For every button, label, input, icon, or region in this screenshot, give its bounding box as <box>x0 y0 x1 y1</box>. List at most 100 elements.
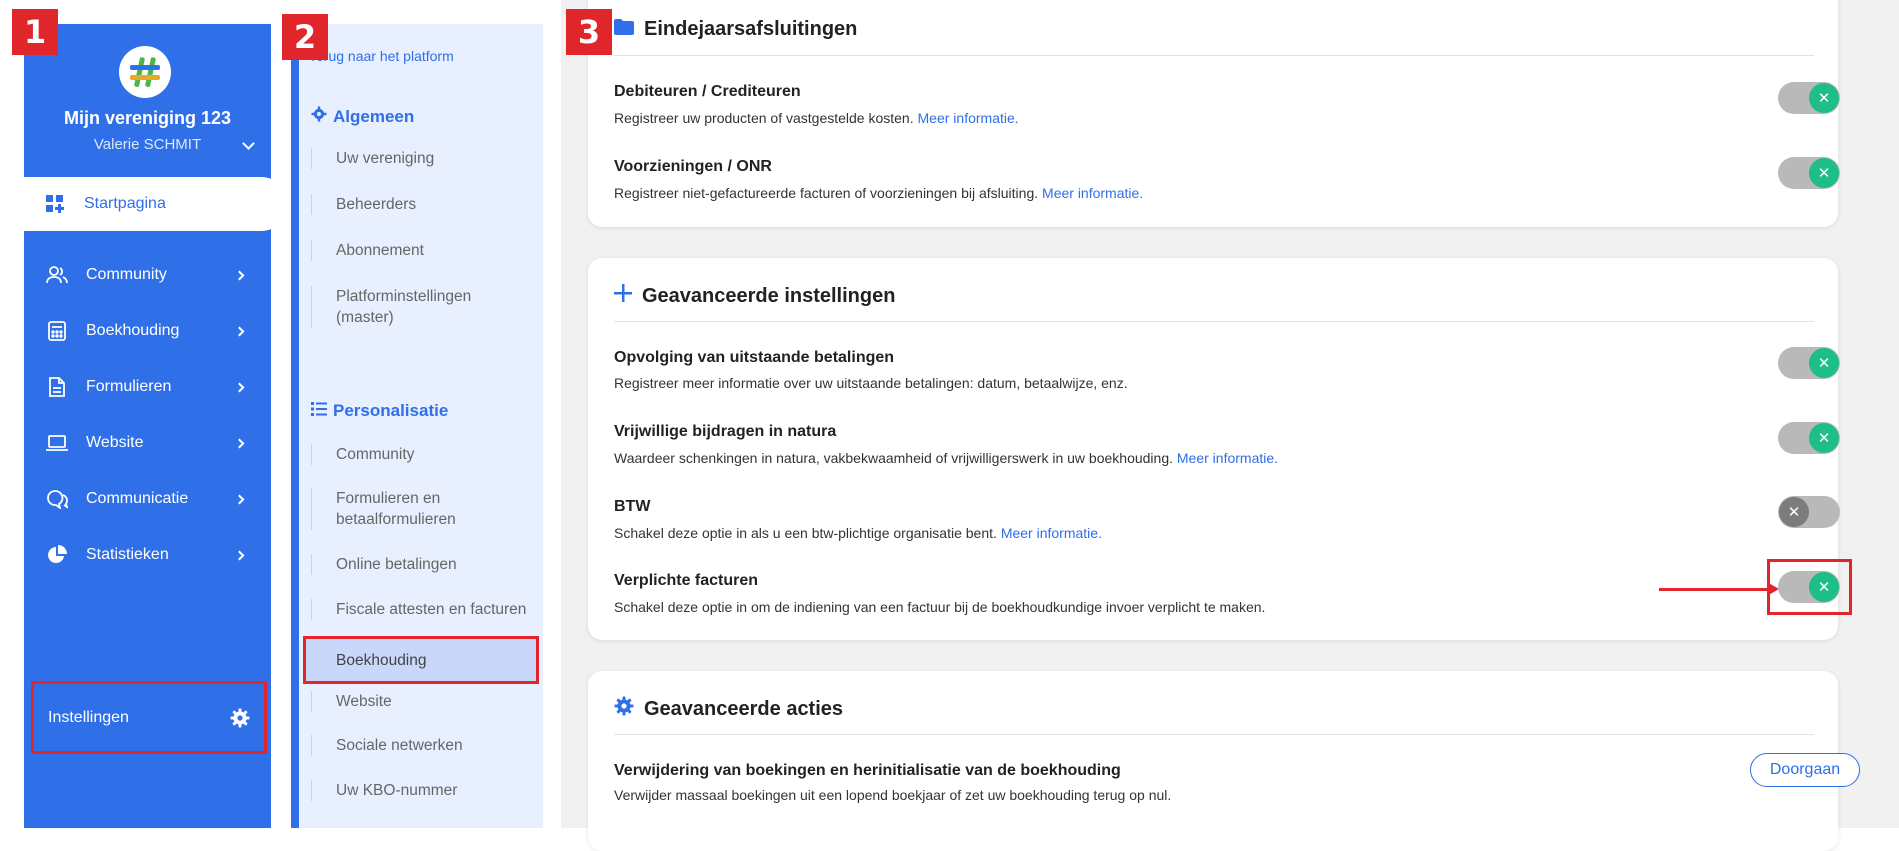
list-icon <box>311 401 327 421</box>
row-title: Opvolging van uitstaande betalingen <box>614 349 895 366</box>
more-info-link[interactable]: Meer informatie. <box>918 110 1019 126</box>
subnav-item-community[interactable]: Community <box>311 444 537 465</box>
divider <box>614 55 1814 56</box>
sidebar-item-label: Startpagina <box>84 195 166 212</box>
sidebar-item-statistieken[interactable]: Statistieken <box>24 528 271 582</box>
subnav-item-kbo-nummer[interactable]: Uw KBO-nummer <box>311 780 537 801</box>
card-eindejaarsafsluitingen: Eindejaarsafsluitingen Debiteuren / Cred… <box>588 0 1840 227</box>
section-algemeen-heading: Algemeen <box>311 106 414 127</box>
close-icon: ✕ <box>1809 572 1839 602</box>
row-title: Voorzieningen / ONR <box>614 158 772 175</box>
card-geavanceerde-instellingen: Geavanceerde instellingen Opvolging van … <box>588 258 1852 640</box>
settings-label: Instellingen <box>48 708 129 726</box>
toggle-vrijwillige-bijdragen[interactable]: ✕ <box>1778 422 1840 454</box>
back-to-platform-link[interactable]: Terug naar het platform <box>309 48 454 64</box>
settings-button[interactable]: Instellingen <box>31 681 267 754</box>
subnav-item-sociale-netwerken[interactable]: Sociale netwerken <box>311 735 537 756</box>
step-badge-2: 2 <box>282 14 328 60</box>
card-title-text: Geavanceerde instellingen <box>642 284 896 307</box>
subnav-item-website[interactable]: Website <box>311 691 537 712</box>
chevron-right-icon <box>234 326 245 336</box>
chevron-right-icon <box>234 494 245 504</box>
divider <box>614 734 1814 735</box>
subnav-item-platforminstellingen[interactable]: Platforminstellingen (master) <box>311 286 491 328</box>
document-icon <box>46 376 68 398</box>
close-icon: ✕ <box>1809 423 1839 453</box>
section-label: Personalisatie <box>333 401 449 420</box>
row-title: Debiteuren / Crediteuren <box>614 83 801 100</box>
sidebar-item-label: Boekhouding <box>86 322 180 339</box>
sidebar-item-startpagina[interactable]: Startpagina <box>22 177 288 231</box>
org-name: Mijn vereniging 123 <box>63 108 232 128</box>
row-title: Vrijwillige bijdragen in natura <box>614 423 837 440</box>
chevron-right-icon <box>234 550 245 560</box>
subnav-item-formulieren[interactable]: Formulieren en betaalformulieren <box>311 488 481 530</box>
folder-icon <box>614 18 634 41</box>
row-description: Verwijder massaal boekingen uit een lope… <box>614 787 1172 803</box>
org-logo[interactable] <box>119 46 171 98</box>
card-title: Geavanceerde instellingen <box>614 284 895 308</box>
subnav-item-boekhouding[interactable]: Boekhouding <box>303 636 539 684</box>
step-badge-3: 3 <box>566 9 612 55</box>
close-icon: ✕ <box>1779 497 1809 527</box>
calculator-icon <box>46 320 68 342</box>
more-info-link[interactable]: Meer informatie. <box>1177 450 1278 466</box>
row-description: Registreer meer informatie over uw uitst… <box>614 375 1128 391</box>
card-title: Eindejaarsafsluitingen <box>614 18 857 41</box>
main-sidebar: Mijn vereniging 123 Valerie SCHMIT Start… <box>22 24 288 828</box>
divider <box>614 321 1814 322</box>
subnav-item-abonnement[interactable]: Abonnement <box>311 240 537 261</box>
gear-icon <box>311 106 327 127</box>
gear-icon <box>614 696 634 722</box>
piechart-icon <box>46 544 68 566</box>
sidebar-item-boekhouding[interactable]: Boekhouding <box>24 304 271 358</box>
settings-subnav: Terug naar het platform Algemeen Uw vere… <box>291 24 543 828</box>
subnav-item-uw-vereniging[interactable]: Uw vereniging <box>311 148 537 169</box>
sidebar-item-website[interactable]: Website <box>24 416 271 470</box>
section-label: Algemeen <box>333 106 415 126</box>
card-geavanceerde-acties: Geavanceerde acties Verwijdering van boe… <box>588 671 1860 851</box>
main-content: Eindejaarsafsluitingen Debiteuren / Cred… <box>561 0 1899 851</box>
laptop-icon <box>46 432 68 454</box>
more-info-link[interactable]: Meer informatie. <box>1001 525 1102 541</box>
more-info-link[interactable]: Meer informatie. <box>1042 185 1143 201</box>
gear-icon <box>230 708 250 733</box>
toggle-verplichte-facturen[interactable]: ✕ <box>1778 571 1840 603</box>
row-title: Verplichte facturen <box>614 572 759 589</box>
toggle-debiteuren-crediteuren[interactable]: ✕ <box>1778 82 1840 114</box>
toggle-opvolging-betalingen[interactable]: ✕ <box>1778 347 1840 379</box>
toggle-voorzieningen-onr[interactable]: ✕ <box>1778 157 1840 189</box>
users-icon <box>46 264 68 286</box>
card-title: Geavanceerde acties <box>614 696 843 722</box>
user-name[interactable]: Valerie SCHMIT <box>24 136 271 153</box>
sidebar-item-communicatie[interactable]: Communicatie <box>24 472 271 526</box>
sidebar-item-label: Formulieren <box>86 378 172 395</box>
annotation-arrow <box>1659 582 1779 596</box>
subnav-item-fiscale-attesten[interactable]: Fiscale attesten en facturen <box>311 599 537 620</box>
close-icon: ✕ <box>1809 348 1839 378</box>
subnav-item-online-betalingen[interactable]: Online betalingen <box>311 554 537 575</box>
row-title: Verwijdering van boekingen en herinitial… <box>614 762 1121 779</box>
row-description: Schakel deze optie in om de indiening va… <box>614 599 1266 615</box>
row-description: Registreer niet-gefactureerde facturen o… <box>614 185 1144 201</box>
row-description: Schakel deze optie in als u een btw-plic… <box>614 525 1102 541</box>
sidebar-item-label: Community <box>86 266 167 283</box>
step-badge-1: 1 <box>12 9 58 55</box>
sidebar-item-formulieren[interactable]: Formulieren <box>24 360 271 414</box>
sidebar-item-community[interactable]: Community <box>24 248 271 302</box>
row-title: BTW <box>614 498 651 515</box>
sidebar-item-label: Statistieken <box>86 546 169 563</box>
close-icon: ✕ <box>1809 158 1839 188</box>
dashboard-icon <box>44 193 66 215</box>
toggle-btw[interactable]: ✕ <box>1778 496 1840 528</box>
subnav-item-beheerders[interactable]: Beheerders <box>311 194 537 215</box>
sidebar-item-label: Website <box>86 434 144 451</box>
close-icon: ✕ <box>1809 83 1839 113</box>
doorgaan-button[interactable]: Doorgaan <box>1750 753 1860 787</box>
chat-icon <box>46 488 68 510</box>
chevron-right-icon <box>234 382 245 392</box>
row-description: Waardeer schenkingen in natura, vakbekwa… <box>614 450 1279 466</box>
card-title-text: Eindejaarsafsluitingen <box>644 18 858 40</box>
card-title-text: Geavanceerde acties <box>644 697 844 720</box>
sidebar-item-label: Communicatie <box>86 490 189 507</box>
